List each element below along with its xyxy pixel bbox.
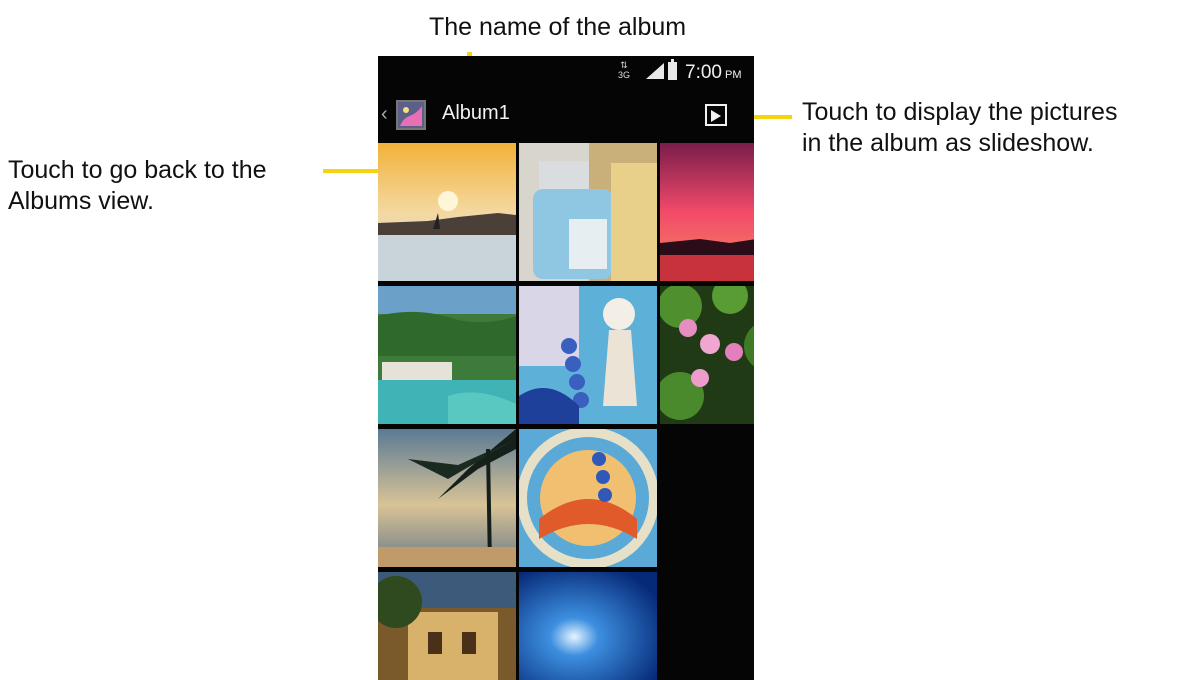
data-arrows-icon: ⇅ [620,60,628,70]
album-title: Album1 [442,102,510,124]
photo-grid [378,143,754,680]
photo-thumbnail-surfboard-art[interactable] [519,429,657,567]
network-type: 3G [618,70,631,80]
clock-time: 7:00 [685,62,722,83]
slideshow-caption-line2: in the album as slideshow. [802,129,1094,157]
slideshow-caption-line1: Touch to display the pictures [802,98,1118,126]
back-to-albums-button[interactable]: ‹ [378,94,434,138]
photo-thumbnail-water-lilies[interactable] [660,286,754,424]
back-caption-line1: Touch to go back to the [8,156,267,184]
photo-thumbnail-surf-art[interactable] [519,286,657,424]
photo-thumbnail-palm-beach[interactable] [378,429,516,567]
back-caption-line2: Albums view. [8,187,154,215]
photo-thumbnail-red-sunset[interactable] [660,143,754,281]
slideshow-caption: Touch to display the pictures in the alb… [802,97,1117,159]
photo-thumbnail-stone-villa[interactable] [378,572,516,680]
network-indicator: ⇅ 3G [618,60,630,80]
play-icon [711,110,721,122]
photo-thumbnail-coastal-village[interactable] [378,286,516,424]
slideshow-button[interactable] [705,104,727,126]
photo-thumbnail-underwater-sun[interactable] [519,572,657,680]
chevron-left-icon: ‹ [381,103,388,125]
status-bar: ⇅ 3G 7:00 PM [378,56,754,92]
photo-thumbnail-sanitizer-bottle[interactable] [519,143,657,281]
clock: 7:00 PM [685,62,741,84]
action-bar: ‹ Album1 [378,94,754,138]
album-name-caption: The name of the album [429,13,687,41]
album-thumbnail-icon [396,100,426,130]
back-caption: Touch to go back to the Albums view. [8,155,267,217]
phone-screen: ⇅ 3G 7:00 PM ‹ Album1 [378,56,754,680]
gallery-icon [398,102,424,128]
battery-icon [668,59,677,80]
clock-ampm: PM [724,69,742,81]
signal-icon [646,63,664,79]
photo-thumbnail-sunset-bay[interactable] [378,143,516,281]
